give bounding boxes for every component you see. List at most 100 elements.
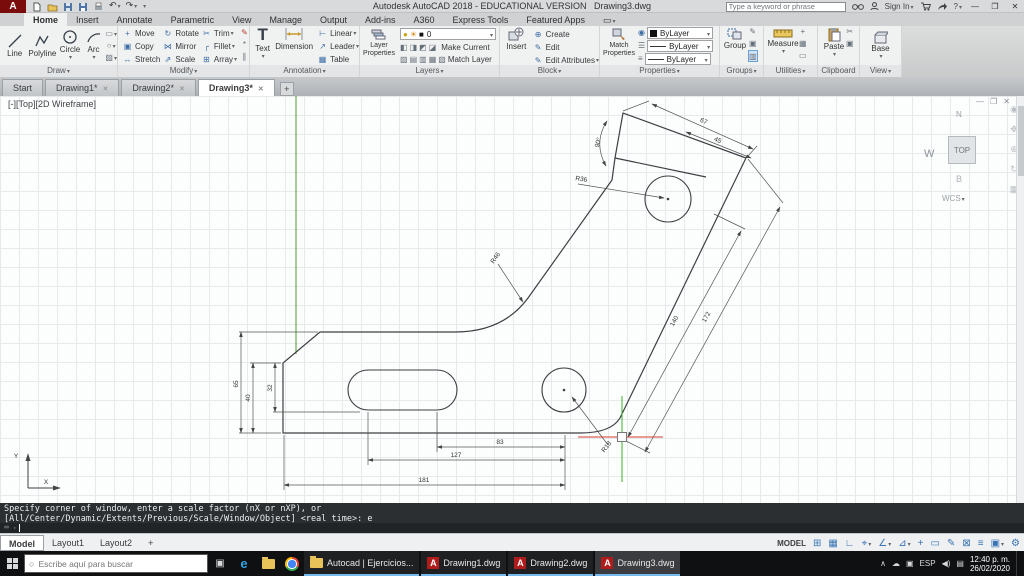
polar-tracking-icon[interactable]: ⌖ [862, 538, 872, 549]
panel-label-groups[interactable]: Groups [720, 65, 763, 77]
close-tab-icon[interactable] [103, 83, 109, 93]
part-outline[interactable] [282, 112, 747, 434]
new-drawing-tab-button[interactable]: + [279, 82, 294, 96]
create-block-button[interactable]: ⊕ Create [533, 28, 599, 41]
rectangle-icon[interactable]: ▭ [105, 28, 117, 40]
viewport-minimize-icon[interactable]: — [976, 97, 984, 106]
mirror-button[interactable]: ⋈ Mirror [162, 40, 199, 53]
list-icon[interactable]: ▭ [799, 50, 807, 62]
line-button[interactable]: Line [3, 33, 26, 58]
color-dropdown[interactable]: ByLayer [646, 27, 713, 39]
ribbon-tab-view[interactable]: View [223, 13, 260, 26]
trim-button[interactable]: ✂ Trim [201, 27, 237, 40]
workspace-switching-icon[interactable]: ≡ [978, 538, 984, 549]
layer-dropdown[interactable]: ● ☀ ■ 0 [400, 28, 496, 40]
viewcube-top-face[interactable]: TOP [948, 136, 976, 164]
circle-button[interactable]: Circle [58, 29, 81, 62]
taskbar-window-drawing3[interactable]: A Drawing3.dwg [595, 551, 681, 576]
snap-toggle-icon[interactable]: ▦ [828, 538, 837, 549]
erase-icon[interactable]: ✎ [241, 27, 248, 39]
panel-label-block[interactable]: Block [500, 65, 599, 77]
panel-label-annotation[interactable]: Annotation [250, 65, 359, 77]
leader-button[interactable]: ↗ Leader [317, 40, 359, 53]
selection-cycling-icon[interactable]: ⊠ [962, 538, 970, 549]
ribbon-tab-manage[interactable]: Manage [260, 13, 311, 26]
viewcube[interactable]: N W TOP B WCS [922, 106, 994, 218]
ribbon-tab-featured-apps[interactable]: Featured Apps [517, 13, 594, 26]
minimize-button[interactable]: — [968, 2, 982, 11]
ribbon-tab-a360[interactable]: A360 [405, 13, 444, 26]
task-view-button[interactable]: ▣ [208, 551, 232, 576]
fillet-button[interactable]: ╭ Fillet [201, 40, 237, 53]
ribbon-tab-addins[interactable]: Add-ins [356, 13, 405, 26]
dimension-lines-top[interactable] [577, 100, 758, 199]
speaker-icon[interactable]: ◀) [942, 559, 951, 568]
edit-block-button[interactable]: ✎ Edit [533, 41, 599, 54]
dim-fillet-radius[interactable]: R46 [489, 251, 502, 265]
viewcube-bottom-label[interactable]: B [956, 174, 962, 184]
explode-icon[interactable]: * [241, 39, 248, 51]
group-selection-on-icon[interactable]: ▥ [748, 50, 758, 62]
dim-end-face[interactable]: 67 [699, 117, 709, 126]
layer-unisolate-icon[interactable]: ◨ [410, 42, 418, 54]
keyword-search-input[interactable] [725, 1, 846, 12]
paste-button[interactable]: Paste [822, 26, 846, 59]
ungroup-icon[interactable]: ▣ [748, 38, 758, 50]
linetype-dropdown[interactable]: ByLayer [644, 53, 711, 65]
object-snap-icon[interactable]: + [918, 538, 924, 549]
taskbar-search[interactable]: ○ [24, 554, 208, 573]
viewport-close-icon[interactable]: ✕ [1003, 97, 1010, 106]
id-point-icon[interactable]: + [799, 26, 807, 38]
lineweight-toggle-icon[interactable]: ▭ [930, 538, 939, 549]
customization-icon[interactable]: ⚙ [1011, 538, 1020, 549]
recent-commands-icon[interactable] [12, 523, 17, 534]
ribbon-tab-annotate[interactable]: Annotate [108, 13, 162, 26]
layout1-tab[interactable]: Layout1 [44, 535, 92, 551]
command-line[interactable]: Specify corner of window, enter a scale … [0, 503, 1024, 533]
viewcube-west-label[interactable]: W [924, 148, 934, 160]
layer-isolate-icon[interactable]: ◧ [400, 42, 408, 54]
dim-bottom-inner[interactable]: 83 [496, 439, 504, 446]
object-snap-tracking-icon[interactable]: ⊿ [898, 538, 910, 549]
file-tab-start[interactable]: Start [2, 79, 44, 96]
maximize-button[interactable]: ❐ [988, 2, 1002, 11]
panel-label-modify[interactable]: Modify [118, 65, 249, 77]
dim-left-inner[interactable]: 32 [267, 384, 274, 392]
measure-button[interactable]: Measure [767, 26, 799, 56]
quick-calculator-icon[interactable]: ▦ [799, 38, 807, 50]
taskbar-window-drawing1[interactable]: A Drawing1.dwg [421, 551, 507, 576]
network-icon[interactable]: ▤ [956, 559, 964, 568]
layer-lock-icon[interactable]: ▨ [400, 54, 408, 66]
layer-merge-icon[interactable]: ▦ [429, 54, 437, 66]
layer-properties-button[interactable]: Layer Properties [362, 27, 396, 58]
close-button[interactable]: ✕ [1008, 2, 1022, 11]
dim-arm-outer[interactable]: 172 [701, 311, 713, 324]
dim-notch-face[interactable]: 45 [713, 136, 723, 145]
sign-in-button[interactable]: Sign In [885, 2, 914, 11]
copy-clip-icon[interactable]: ▣ [846, 38, 854, 50]
start-button[interactable] [0, 551, 24, 576]
ribbon-tab-output[interactable]: Output [311, 13, 356, 26]
action-center-button[interactable] [1016, 551, 1022, 576]
dimension-lines-left[interactable] [239, 331, 360, 434]
rotate-button[interactable]: ↻ Rotate [162, 27, 198, 40]
dimension-lines-arm[interactable] [497, 158, 784, 454]
layer-off-icon[interactable]: ◪ [429, 42, 437, 54]
base-button[interactable]: Base [867, 31, 895, 61]
model-space-label[interactable]: MODEL [777, 539, 806, 548]
dim-notch-angle[interactable]: 90° [593, 136, 603, 148]
match-properties-button[interactable]: Match Properties [603, 26, 635, 58]
annotation-scale-icon[interactable]: ▣ [991, 538, 1004, 549]
move-button[interactable]: + Move [122, 27, 160, 40]
text-button[interactable]: T Text [254, 26, 271, 61]
file-explorer-icon[interactable] [256, 551, 280, 576]
language-indicator[interactable]: ESP [920, 559, 936, 568]
taskbar-window-explorer[interactable]: Autocad | Ejercicios... [304, 551, 420, 576]
file-tab-drawing2[interactable]: Drawing2* [121, 79, 196, 96]
taskbar-clock[interactable]: 12:40 p. m. 26/02/2020 [970, 555, 1010, 573]
panel-label-draw[interactable]: Draw [0, 65, 117, 77]
ellipse-icon[interactable]: ○ [105, 40, 117, 52]
hidden-icons-chevron[interactable]: ∧ [880, 559, 886, 568]
dim-left-outer[interactable]: 40 [245, 394, 252, 402]
layer-delete-icon[interactable]: ▧ [438, 54, 446, 66]
